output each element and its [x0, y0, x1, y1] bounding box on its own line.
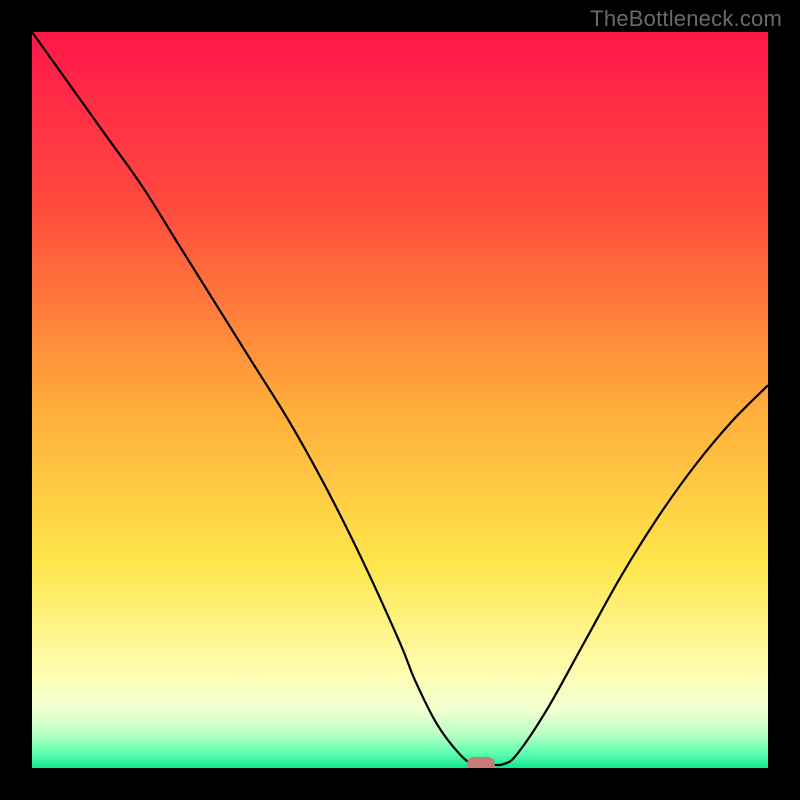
plot-area — [32, 32, 768, 768]
chart-container: TheBottleneck.com — [0, 0, 800, 800]
optimum-marker — [467, 757, 495, 768]
watermark-text: TheBottleneck.com — [590, 6, 782, 32]
bottleneck-curve — [32, 32, 768, 765]
curve-layer — [32, 32, 768, 768]
